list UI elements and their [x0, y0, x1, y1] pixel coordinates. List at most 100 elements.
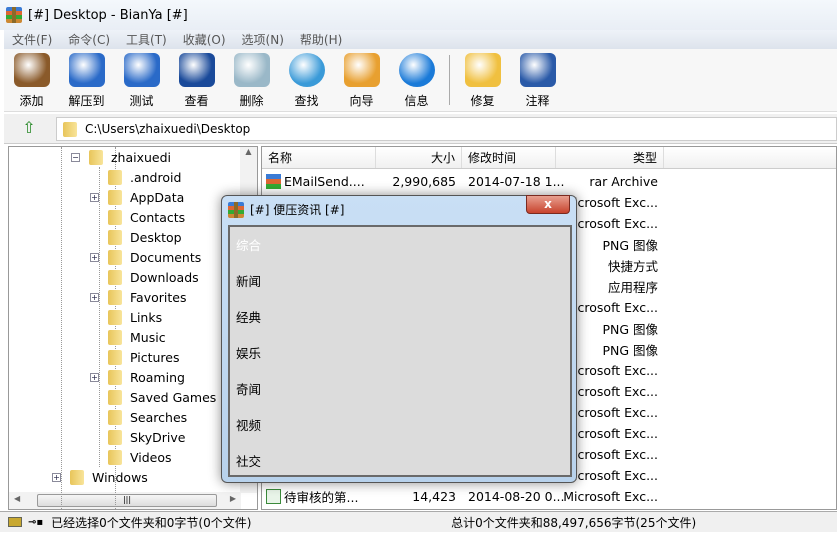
scroll-thumb[interactable]: |||	[37, 494, 217, 507]
menu-item[interactable]: 选项(N)	[242, 31, 284, 48]
menu-item[interactable]: 文件(F)	[12, 31, 52, 48]
toolbar-button[interactable]: 修复	[455, 49, 510, 111]
tree-node[interactable]: Searches	[108, 407, 187, 427]
tree-node[interactable]: Music	[108, 327, 166, 347]
title-bar: [#] Desktop - BianYa [#]	[0, 0, 837, 30]
tree-node-label: Roaming	[130, 369, 185, 385]
table-row[interactable]: 待审核的第... 14,423 2014-08-20 0... Microsoft E…	[262, 486, 836, 507]
toolbar-button[interactable]: 向导	[334, 49, 389, 111]
up-folder-button[interactable]: ⇧	[14, 118, 44, 140]
dialog-category-item[interactable]: 新闻	[236, 271, 261, 290]
folder-icon	[108, 349, 122, 365]
clipboard-pen-icon	[519, 53, 556, 87]
list-header: 名称 大小 修改时间 类型	[262, 147, 836, 169]
folder-icon	[108, 229, 122, 245]
toolbar-button[interactable]: 查找	[279, 49, 334, 111]
tree-node-label: Links	[130, 309, 163, 325]
tree-node-label: .android	[130, 169, 182, 185]
expand-icon[interactable]: +	[90, 253, 99, 262]
cell-size: 2,990,685	[392, 174, 456, 189]
folder-icon	[70, 469, 84, 485]
scroll-up-arrow[interactable]: ▲	[240, 147, 257, 156]
toolbar-button[interactable]: 测试	[114, 49, 169, 111]
tree-node[interactable]: AppData	[108, 187, 184, 207]
tree-node[interactable]: Pictures	[108, 347, 180, 367]
dialog-category-item[interactable]: 视频	[236, 415, 261, 434]
scroll-right-arrow[interactable]: ▶	[230, 494, 236, 503]
column-name[interactable]: 名称	[262, 147, 376, 168]
dialog-app-icon	[228, 201, 244, 218]
drive-icon	[8, 517, 22, 527]
tree-node-label: Music	[130, 329, 166, 345]
tree-node-label: Desktop	[130, 229, 182, 245]
tree-node[interactable]: Contacts	[108, 207, 185, 227]
menu-item[interactable]: 工具(T)	[126, 31, 167, 48]
scroll-left-arrow[interactable]: ◀	[14, 494, 20, 503]
file-name: EMailSend....	[284, 174, 365, 189]
file-name: 待审核的第...	[284, 490, 359, 505]
expand-icon[interactable]: +	[90, 293, 99, 302]
tree-node[interactable]: Windows	[70, 467, 148, 487]
tree-node-label: Favorites	[130, 289, 187, 305]
folder-icon	[108, 389, 122, 405]
close-button[interactable]: x	[526, 195, 570, 214]
folder-icon	[63, 121, 77, 137]
toolbar-button[interactable]: 删除	[224, 49, 279, 111]
menu-item[interactable]: 帮助(H)	[300, 31, 342, 48]
folder-icon	[108, 169, 122, 185]
tree-node-label: AppData	[130, 189, 185, 205]
menu-item[interactable]: 收藏(O)	[183, 31, 226, 48]
tree-horizontal-scrollbar[interactable]: ◀ ||| ▶	[9, 492, 241, 509]
folder-icon	[108, 189, 122, 205]
cell-size: 14,423	[412, 489, 456, 504]
tree-node[interactable]: Videos	[108, 447, 172, 467]
column-date[interactable]: 修改时间	[462, 147, 556, 168]
tree-node[interactable]: Documents	[108, 247, 201, 267]
tree-node-label: Saved Games	[130, 389, 217, 405]
toolbar-button[interactable]: 信息	[389, 49, 444, 111]
expand-icon[interactable]: +	[52, 473, 61, 482]
toolbar-label: 测试	[129, 94, 154, 108]
tree-node[interactable]: .android	[108, 167, 181, 187]
folder-icon	[108, 209, 122, 225]
tree-node[interactable]: Saved Games	[108, 387, 216, 407]
tree-node-label: Documents	[130, 249, 202, 265]
dialog-category-item[interactable]: 社交	[236, 451, 261, 470]
tree-node[interactable]: zhaixuedi	[89, 147, 171, 167]
folder-icon	[108, 269, 122, 285]
tree-node-label: Downloads	[130, 269, 199, 285]
path-field[interactable]: C:\Users\zhaixuedi\Desktop	[56, 117, 837, 141]
tree-node[interactable]: Roaming	[108, 367, 185, 387]
column-type[interactable]: 类型	[556, 147, 664, 168]
expand-icon[interactable]: +	[90, 193, 99, 202]
dialog-category-item[interactable]: 综合	[236, 235, 261, 254]
toolbar-button[interactable]: 添加	[4, 49, 59, 111]
tree-node-label: Videos	[130, 449, 172, 465]
wizard-person-icon	[343, 53, 380, 87]
dialog-category-item[interactable]: 娱乐	[236, 343, 261, 362]
tree-node[interactable]: Favorites	[108, 287, 186, 307]
cell-date: 2014-07-18 1...	[468, 174, 565, 189]
news-dialog: [#] 便压资讯 [#] x 综合 新闻 经典 娱乐 奇闻 视频 社交	[221, 195, 577, 483]
expand-icon[interactable]: +	[90, 373, 99, 382]
table-row[interactable]: EMailSend.... 2,990,685 2014-07-18 1... rar…	[262, 171, 836, 192]
dialog-category-item[interactable]: 奇闻	[236, 379, 261, 398]
status-selected: 已经选择0个文件夹和0字节(0个文件)	[51, 515, 252, 530]
column-size[interactable]: 大小	[376, 147, 462, 168]
folder-icon	[108, 289, 122, 305]
toolbar-button[interactable]: 解压到	[59, 49, 114, 111]
toolbar-button[interactable]: 查看	[169, 49, 224, 111]
tree-node-label: SkyDrive	[130, 429, 186, 445]
tree-node[interactable]: Desktop	[108, 227, 182, 247]
dialog-category-item[interactable]: 经典	[236, 307, 261, 326]
rar-file-icon	[266, 174, 281, 189]
tree-node[interactable]: SkyDrive	[108, 427, 185, 447]
menu-item[interactable]: 命令(C)	[68, 31, 110, 48]
toolbar-button[interactable]: 注释	[510, 49, 565, 111]
tree-node[interactable]: Links	[108, 307, 162, 327]
toolbar: 添加 解压到 测试 查看 删除 查找 向导 信息 修复 注释	[4, 49, 837, 112]
info-icon	[398, 53, 435, 87]
address-bar: ⇧ C:\Users\zhaixuedi\Desktop	[4, 114, 837, 144]
tree-node[interactable]: Downloads	[108, 267, 199, 287]
collapse-icon[interactable]: −	[71, 153, 80, 162]
